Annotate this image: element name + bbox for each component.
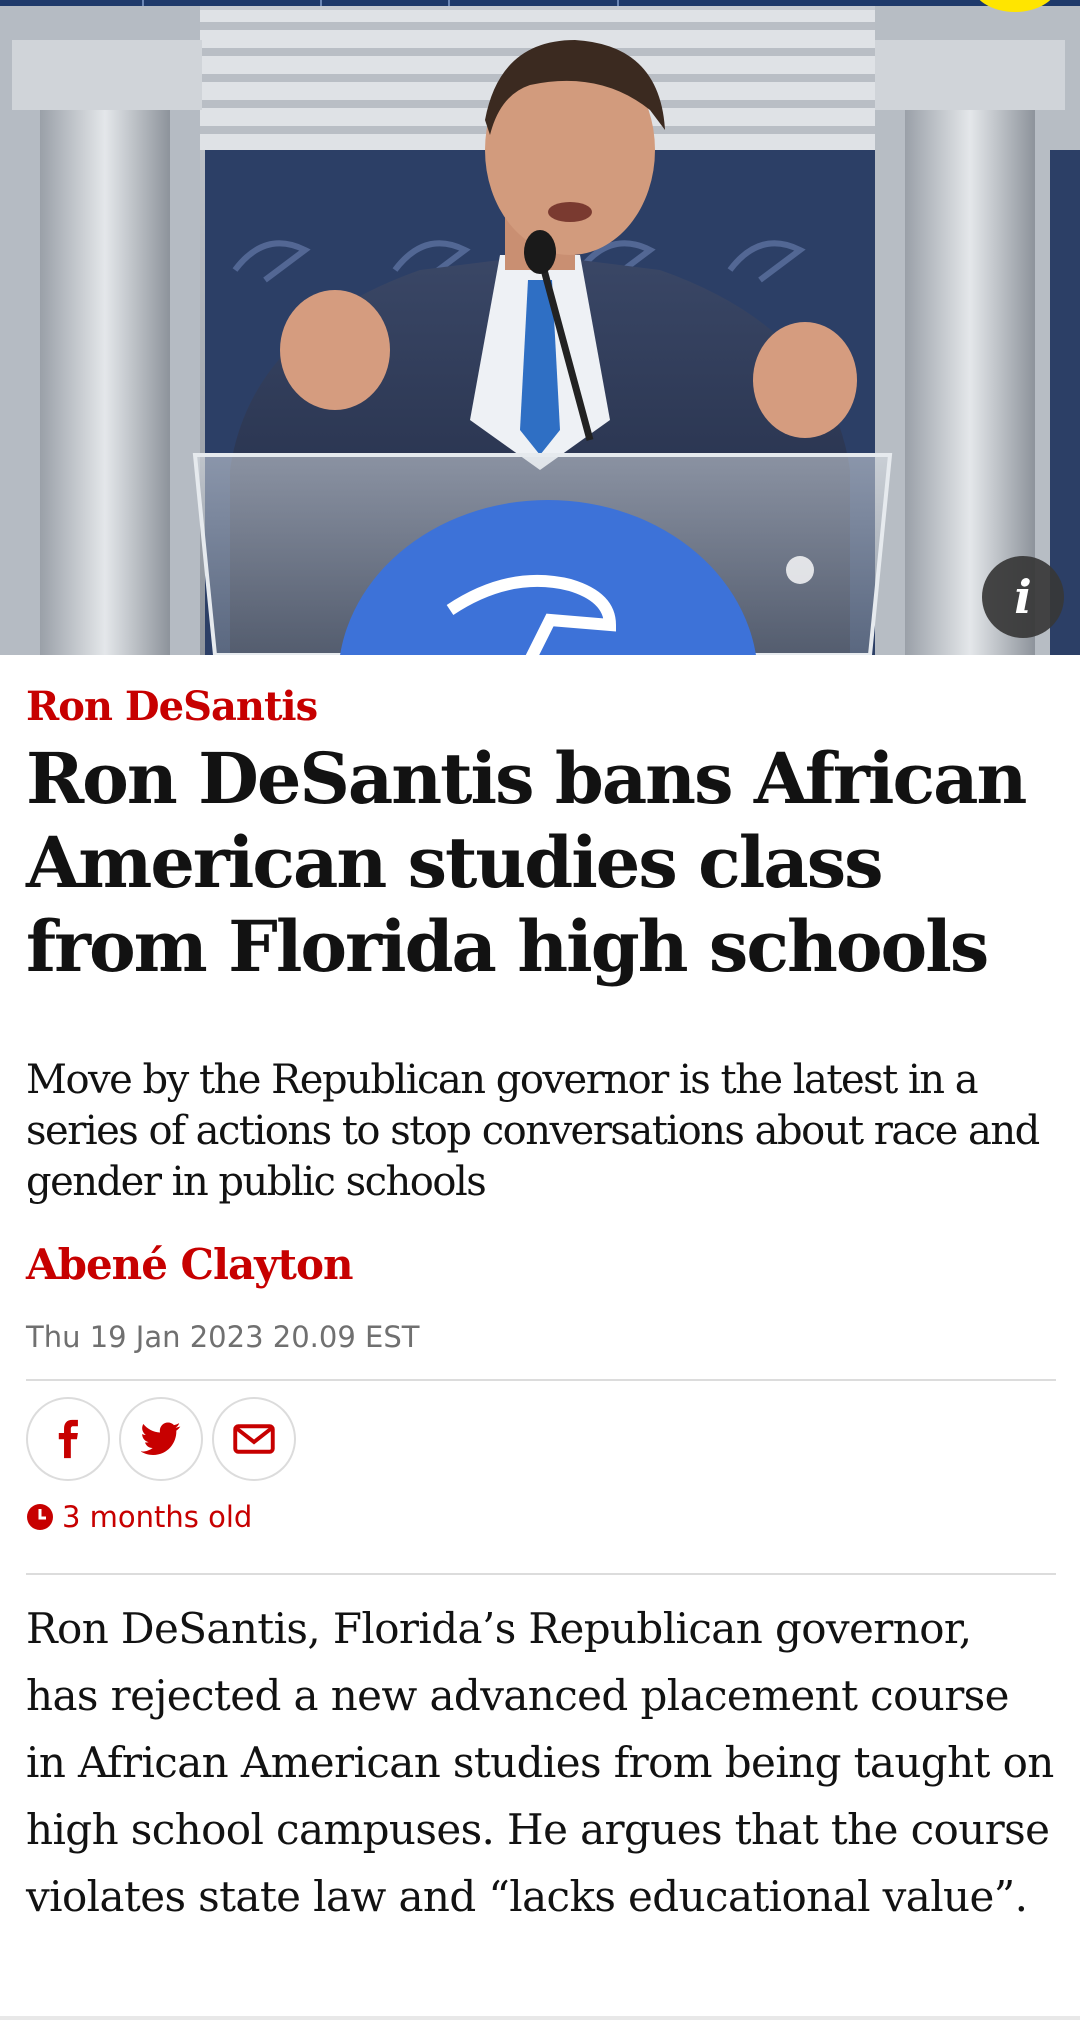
top-navigation-strip [0, 0, 1080, 6]
page-bottom-divider [0, 2016, 1080, 2020]
facebook-icon [58, 1419, 78, 1459]
article-age-indicator: 3 months old [26, 1500, 252, 1534]
twitter-icon [141, 1422, 181, 1455]
image-info-button[interactable]: i [982, 556, 1064, 638]
divider [26, 1379, 1056, 1381]
clock-icon [27, 1504, 53, 1530]
publish-date: Thu 19 Jan 2023 20.09 EST [26, 1320, 420, 1354]
share-bar [26, 1397, 296, 1481]
email-icon [233, 1424, 275, 1454]
share-twitter-button[interactable] [119, 1397, 203, 1481]
author-byline-link[interactable]: Abené Clayton [26, 1240, 354, 1289]
share-facebook-button[interactable] [26, 1397, 110, 1481]
article-age-label: 3 months old [62, 1500, 253, 1534]
info-icon: i [1014, 570, 1032, 624]
article-standfirst: Move by the Republican governor is the l… [26, 1057, 1040, 1205]
divider [26, 1573, 1056, 1575]
share-email-button[interactable] [212, 1397, 296, 1481]
article-body-paragraph: Ron DeSantis, Florida’s Republican gover… [26, 1604, 1054, 1921]
article-headline: Ron DeSantis bans African American studi… [26, 737, 1027, 988]
hero-photo [0, 0, 1080, 655]
section-kicker-link[interactable]: Ron DeSantis [26, 683, 318, 730]
hero-image[interactable]: i [0, 0, 1080, 655]
